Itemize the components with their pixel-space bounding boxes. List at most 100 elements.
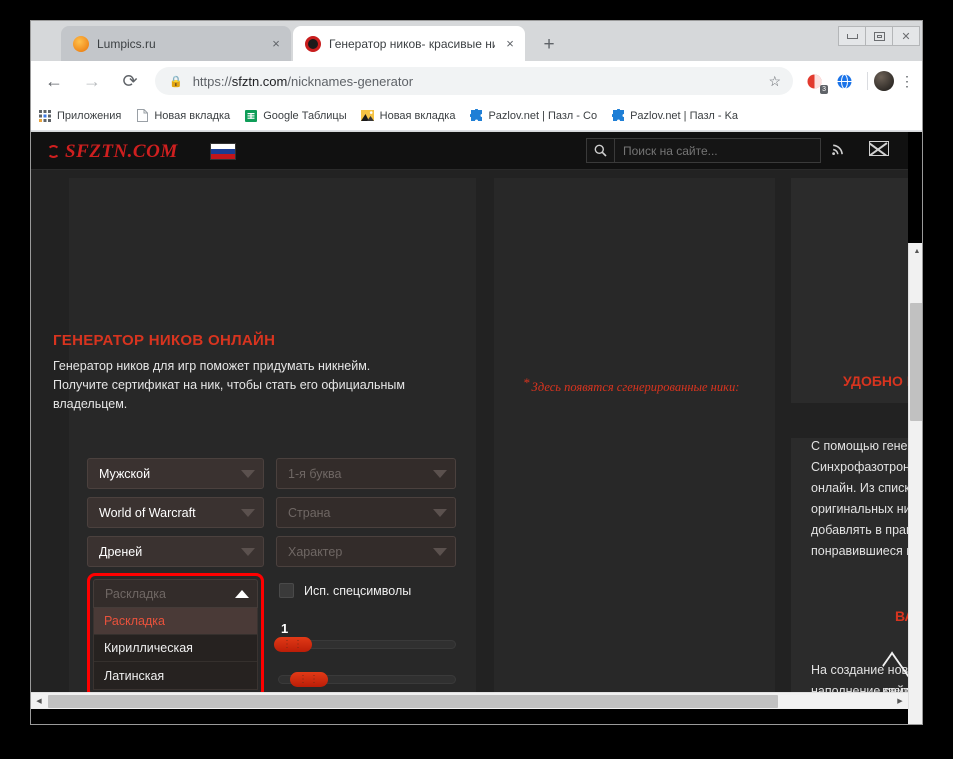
url-text: https://sfztn.com/nicknames-generator (193, 74, 769, 89)
select-value: World of Warcraft (99, 505, 196, 520)
adblock-icon[interactable]: 3 (801, 68, 828, 94)
web-page: SFZTN.COM ГЕНЕРАТОР НИКОВ ОНЛАЙН (31, 132, 908, 709)
tab-strip: Lumpics.ru × Генератор ников- красивые н… (31, 21, 922, 61)
select-value: Характер (288, 544, 343, 559)
scroll-left-icon[interactable]: ◀ (31, 693, 47, 709)
puzzle-icon (469, 109, 483, 123)
vertical-scrollbar[interactable]: ▲ ▼ (908, 243, 922, 724)
horizontal-scrollbar[interactable]: ◀ ▶ (31, 692, 908, 709)
image-icon (361, 109, 375, 123)
page-title: ГЕНЕРАТОР НИКОВ ОНЛАЙН (53, 332, 276, 349)
url-host: sfztn.com (231, 73, 288, 89)
reload-icon[interactable]: ⟳ (115, 66, 145, 96)
dropdown-option-cyrillic[interactable]: Кириллическая (94, 635, 257, 662)
address-bar[interactable]: 🔒 https://sfztn.com/nicknames-generator … (155, 67, 793, 95)
browser-toolbar: ← → ⟳ 🔒 https://sfztn.com/nicknames-gene… (31, 61, 922, 101)
chevron-up-icon[interactable] (227, 589, 257, 598)
url-scheme: https:// (192, 73, 232, 89)
chevron-down-icon[interactable] (233, 508, 263, 517)
special-chars-checkbox[interactable] (279, 583, 294, 598)
bookmark-pazlov-1[interactable]: Pazlov.net | Пазл - Co (462, 105, 604, 127)
apps-grid-icon (38, 109, 52, 123)
bookmark-apps[interactable]: Приложения (31, 105, 128, 127)
select-value: Раскладка (105, 586, 166, 601)
horizontal-scroll-thumb[interactable] (48, 695, 778, 708)
browser-window: Lumpics.ru × Генератор ников- красивые н… (30, 20, 923, 725)
asterisk-icon: * (523, 375, 530, 390)
new-tab-button[interactable]: + (536, 33, 562, 59)
scroll-right-icon[interactable]: ▶ (892, 693, 908, 709)
special-chars-row[interactable]: Исп. спецсимволы (279, 583, 411, 598)
info-card-1-title: УДОБНО И (843, 373, 908, 389)
maximize-icon[interactable] (865, 26, 893, 46)
results-note-text: Здесь появятся сгенерированные ники: (531, 380, 740, 394)
tab-nickname-generator[interactable]: Генератор ников- красивые ни × (293, 26, 525, 61)
bookmarks-bar: Приложения Новая вкладка Google Таблицы … (31, 101, 922, 131)
bookmark-google-sheets[interactable]: Google Таблицы (237, 105, 353, 127)
site-logo-text: SFZTN.COM (65, 141, 178, 162)
close-icon[interactable]: × (501, 37, 519, 50)
ru-flag-icon[interactable] (210, 143, 236, 160)
chevron-down-icon[interactable] (233, 547, 263, 556)
vertical-scroll-thumb[interactable] (910, 303, 922, 421)
mail-icon[interactable] (869, 141, 889, 156)
rss-icon[interactable] (831, 141, 846, 160)
close-icon[interactable]: ✕ (892, 26, 920, 46)
site-header: SFZTN.COM (31, 132, 908, 170)
layout-dropdown-list: Раскладка Кириллическая Латинская (93, 608, 258, 690)
bookmark-star-icon[interactable]: ☆ (768, 73, 781, 90)
bookmark-label: Новая вкладка (154, 109, 231, 122)
count-slider-knob[interactable]: ⋮⋮ (274, 637, 312, 652)
bookmark-new-tab-2[interactable]: Новая вкладка (354, 105, 463, 127)
bookmark-new-tab-1[interactable]: Новая вкладка (128, 105, 237, 127)
select-first-letter[interactable]: 1-я буква (276, 458, 456, 489)
bookmark-label: Google Таблицы (263, 109, 347, 122)
scrollbar-corner (908, 709, 922, 724)
site-logo[interactable]: SFZTN.COM (47, 141, 178, 163)
forward-icon[interactable]: → (77, 66, 107, 96)
minimize-icon[interactable] (838, 26, 866, 46)
window-controls: ✕ (838, 26, 920, 46)
tab-lumpics[interactable]: Lumpics.ru × (61, 26, 291, 61)
results-panel (494, 178, 775, 709)
bookmark-label: Приложения (57, 109, 122, 122)
puzzle-icon (611, 109, 625, 123)
chevron-down-icon[interactable] (425, 547, 455, 556)
scroll-up-icon[interactable]: ▲ (909, 243, 922, 259)
chevron-down-icon[interactable] (425, 508, 455, 517)
select-country[interactable]: Страна (276, 497, 456, 528)
select-value: Мужской (99, 466, 151, 481)
site-search[interactable] (586, 138, 821, 163)
chevron-down-icon[interactable] (425, 469, 455, 478)
chevron-down-icon[interactable] (233, 469, 263, 478)
search-input[interactable] (615, 143, 820, 158)
dropdown-option-layout[interactable]: Раскладка (94, 608, 257, 635)
length-slider-knob[interactable]: ⋮⋮ (290, 672, 328, 687)
back-icon[interactable]: ← (39, 66, 69, 96)
sheets-icon (244, 109, 258, 123)
select-game[interactable]: World of Warcraft (87, 497, 264, 528)
page-viewport: SFZTN.COM ГЕНЕРАТОР НИКОВ ОНЛАЙН (31, 132, 922, 724)
dropdown-option-latin[interactable]: Латинская (94, 662, 257, 689)
select-value: Страна (288, 505, 331, 520)
url-path: /nicknames-generator (287, 73, 414, 89)
search-icon[interactable] (587, 139, 615, 162)
tab-label: Генератор ников- красивые ни (329, 36, 495, 51)
sfztn-icon (305, 35, 321, 52)
page-icon (135, 109, 149, 123)
count-slider-value: 1 (281, 621, 289, 636)
select-race[interactable]: Дреней (87, 536, 264, 567)
select-layout[interactable]: Раскладка (93, 579, 258, 608)
close-icon[interactable]: × (267, 37, 285, 50)
bookmark-label: Pazlov.net | Пазл - Co (488, 109, 598, 122)
select-gender[interactable]: Мужской (87, 458, 264, 489)
info-card-1-body: С помощью генератор Синхрофазотрон мож н… (811, 439, 908, 558)
select-value: 1-я буква (288, 466, 342, 481)
select-character[interactable]: Характер (276, 536, 456, 567)
bookmark-pazlov-2[interactable]: Pazlov.net | Пазл - Ka (604, 105, 745, 127)
chrome-menu-icon[interactable]: ⋮ (896, 73, 918, 90)
bookmark-label: Pazlov.net | Пазл - Ka (630, 109, 739, 122)
orange-icon (73, 35, 89, 52)
avatar[interactable] (874, 71, 894, 91)
globe-extension-icon[interactable] (831, 68, 857, 94)
